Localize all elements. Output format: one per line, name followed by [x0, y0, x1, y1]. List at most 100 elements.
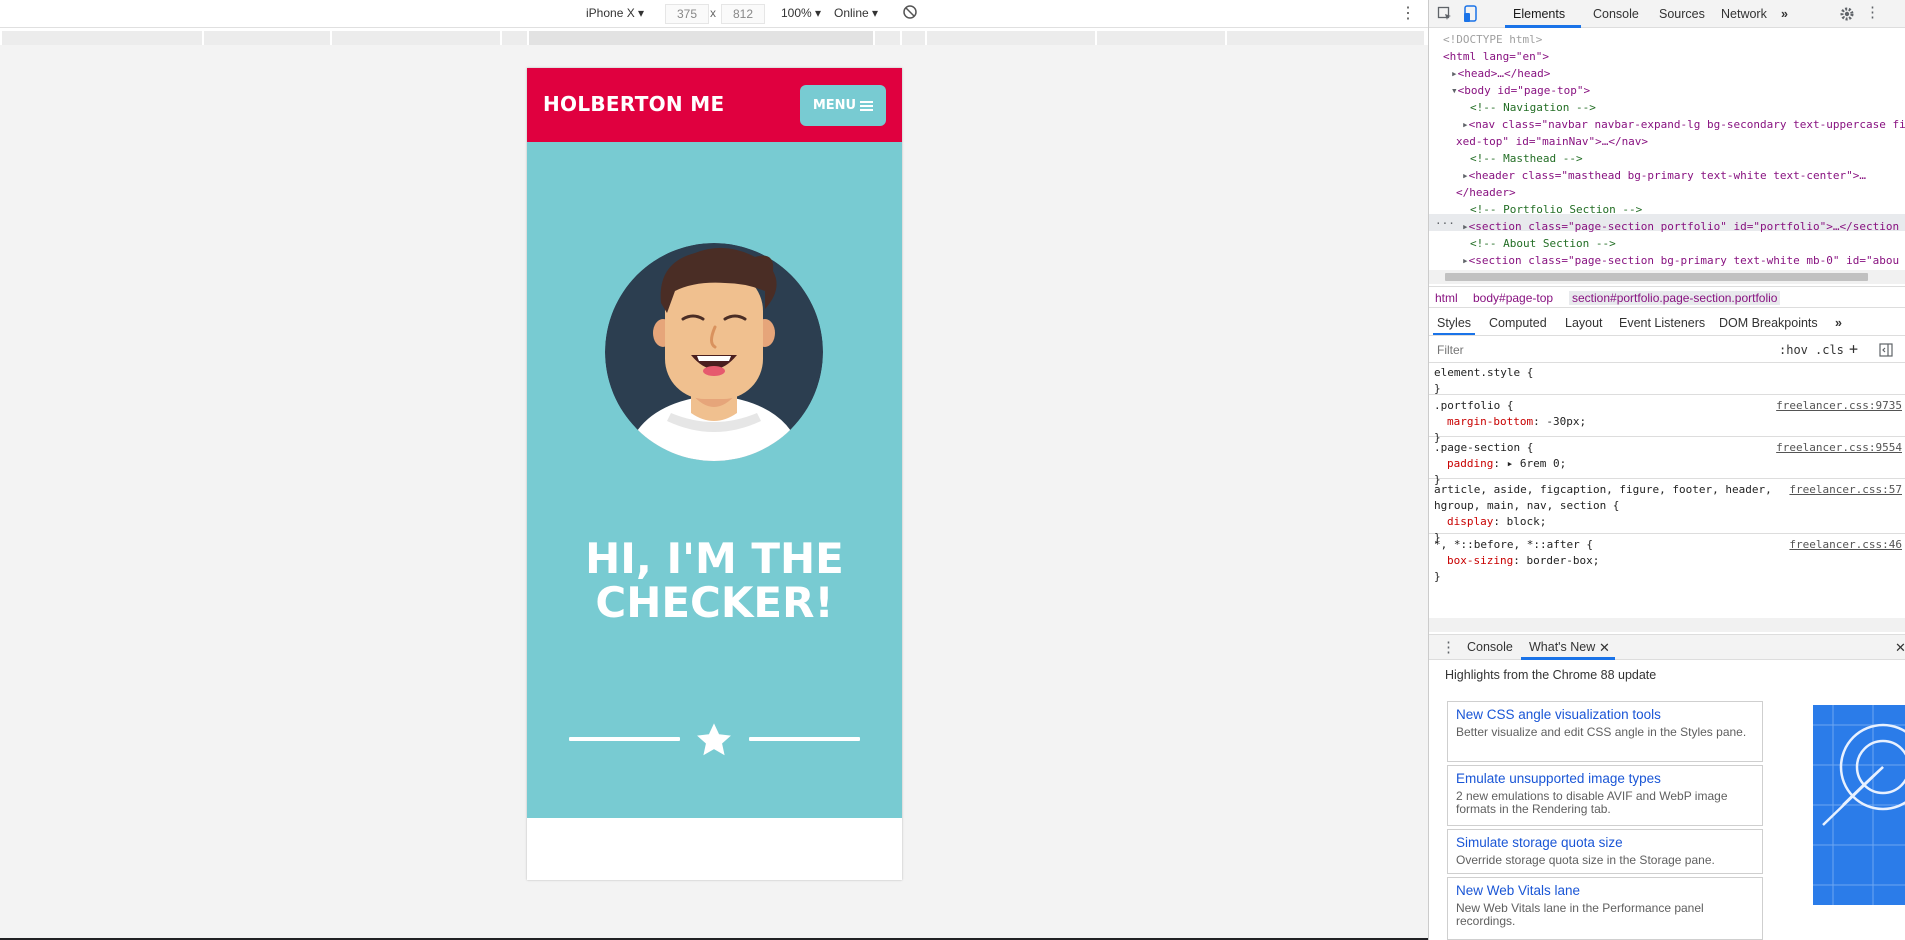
- styles-filter-bar: :hov .cls +: [1429, 337, 1905, 363]
- tab-console[interactable]: Console: [1593, 7, 1639, 21]
- feature-title[interactable]: Simulate storage quota size: [1456, 835, 1754, 851]
- feature-card[interactable]: Simulate storage quota size Override sto…: [1447, 829, 1763, 874]
- tree-comment-portfolio[interactable]: <!-- Portfolio Section -->: [1470, 201, 1642, 218]
- rule-portfolio[interactable]: .portfolio {freelancer.css:9735 margin-b…: [1429, 396, 1905, 444]
- ruler-segment[interactable]: [2, 31, 204, 45]
- ruler-segment[interactable]: [529, 31, 875, 45]
- feature-description: Override storage quota size in the Stora…: [1456, 853, 1715, 867]
- rule-property[interactable]: box-sizing: [1447, 554, 1513, 567]
- tab-styles[interactable]: Styles: [1437, 316, 1471, 330]
- avatar: [605, 243, 823, 461]
- rule-source-link[interactable]: freelancer.css:57: [1789, 482, 1902, 498]
- rule-page-section[interactable]: .page-section {freelancer.css:9554 paddi…: [1429, 438, 1905, 486]
- close-icon[interactable]: ✕: [1599, 640, 1610, 656]
- tree-nav-wrap[interactable]: xed-top" id="mainNav">…</nav>: [1456, 133, 1648, 150]
- inspect-element-icon[interactable]: [1437, 6, 1453, 24]
- feature-title[interactable]: New CSS angle visualization tools: [1456, 707, 1754, 723]
- feature-card[interactable]: New Web Vitals lane New Web Vitals lane …: [1447, 877, 1763, 940]
- drawer-tab-console[interactable]: Console: [1467, 640, 1513, 654]
- tab-dom-breakpoints[interactable]: DOM Breakpoints: [1719, 316, 1818, 330]
- node-options-icon[interactable]: ···: [1435, 215, 1455, 232]
- drawer-menu-icon[interactable]: ⋮: [1441, 638, 1456, 656]
- elements-tree[interactable]: <!DOCTYPE html> <html lang="en"> ▸<head>…: [1429, 29, 1905, 272]
- hover-state-toggle[interactable]: :hov: [1779, 343, 1808, 357]
- breadcrumb-item-selected[interactable]: section#portfolio.page-section.portfolio: [1569, 291, 1781, 305]
- media-query-ruler[interactable]: [0, 31, 1428, 45]
- more-tabs-icon[interactable]: »: [1781, 7, 1788, 21]
- rule-value[interactable]: ▸ 6rem 0;: [1507, 457, 1567, 470]
- styles-horizontal-scrollbar[interactable]: [1429, 618, 1905, 632]
- tab-layout[interactable]: Layout: [1565, 316, 1603, 330]
- tree-body[interactable]: ▾<body id="page-top">: [1451, 82, 1590, 99]
- sidebar-toggle-icon[interactable]: [1879, 343, 1893, 359]
- device-toggle-icon[interactable]: [1463, 5, 1479, 25]
- rule-source-link[interactable]: freelancer.css:9554: [1776, 440, 1902, 456]
- ruler-segment[interactable]: [875, 31, 902, 45]
- ruler-segment[interactable]: [927, 31, 1097, 45]
- tree-header[interactable]: ▸<header class="masthead bg-primary text…: [1462, 167, 1866, 184]
- ruler-segment[interactable]: [502, 31, 529, 45]
- site-brand[interactable]: HOLBERTON ME: [543, 92, 724, 116]
- class-toggle[interactable]: .cls: [1815, 343, 1844, 357]
- rule-value[interactable]: block;: [1507, 515, 1547, 528]
- close-drawer-icon[interactable]: ✕: [1895, 640, 1905, 656]
- tree-nav[interactable]: ▸<nav class="navbar navbar-expand-lg bg-…: [1462, 116, 1905, 133]
- scrollbar-thumb[interactable]: [1445, 273, 1868, 281]
- tab-network[interactable]: Network: [1721, 7, 1767, 21]
- tab-sources[interactable]: Sources: [1659, 7, 1705, 21]
- tree-comment-navigation[interactable]: <!-- Navigation -->: [1470, 99, 1596, 116]
- styles-filter-input[interactable]: [1435, 340, 1771, 360]
- rule-value[interactable]: -30px;: [1546, 415, 1586, 428]
- tree-header-text: <header class="masthead bg-primary text-…: [1468, 169, 1866, 182]
- rule-value[interactable]: border-box;: [1526, 554, 1599, 567]
- tree-comment-masthead[interactable]: <!-- Masthead -->: [1470, 150, 1583, 167]
- devtools-menu-icon[interactable]: ⋮: [1865, 5, 1880, 20]
- ruler-segment[interactable]: [332, 31, 502, 45]
- rule-element-style[interactable]: element.style { }: [1429, 364, 1905, 395]
- device-select[interactable]: iPhone X ▾: [586, 6, 644, 20]
- rule-source-link[interactable]: freelancer.css:9735: [1776, 398, 1902, 414]
- ruler-segment[interactable]: [204, 31, 332, 45]
- breadcrumb-item[interactable]: body#page-top: [1473, 291, 1553, 305]
- rule-property[interactable]: padding: [1447, 457, 1493, 470]
- tree-section-about[interactable]: ▸<section class="page-section bg-primary…: [1462, 252, 1899, 269]
- rule-source-link[interactable]: freelancer.css:46: [1789, 537, 1902, 553]
- tree-html[interactable]: <html lang="en">: [1443, 48, 1549, 65]
- width-input[interactable]: 375: [665, 4, 709, 24]
- rule-universal[interactable]: *, *::before, *::after {freelancer.css:4…: [1429, 535, 1905, 583]
- tab-computed[interactable]: Computed: [1489, 316, 1547, 330]
- dimension-separator: x: [710, 6, 716, 20]
- tab-elements[interactable]: Elements: [1513, 7, 1565, 21]
- menu-button[interactable]: MENU: [800, 85, 886, 126]
- ruler-segment[interactable]: [902, 31, 927, 45]
- feature-card[interactable]: New CSS angle visualization tools Better…: [1447, 701, 1763, 762]
- settings-icon[interactable]: [1839, 6, 1855, 24]
- tree-head[interactable]: ▸<head>…</head>: [1451, 65, 1550, 82]
- drawer-tab-whats-new[interactable]: What's New: [1529, 640, 1595, 654]
- ruler-segment[interactable]: [1227, 31, 1426, 45]
- more-tabs-icon[interactable]: »: [1835, 316, 1842, 330]
- feature-title[interactable]: Emulate unsupported image types: [1456, 771, 1754, 787]
- rule-selector: article, aside, figcaption, figure, foot…: [1434, 483, 1772, 496]
- tree-header-close[interactable]: </header>: [1456, 184, 1516, 201]
- new-rule-button[interactable]: +: [1849, 340, 1858, 358]
- feature-title[interactable]: New Web Vitals lane: [1456, 883, 1754, 899]
- tree-doctype[interactable]: <!DOCTYPE html>: [1443, 31, 1542, 48]
- network-select[interactable]: Online ▾: [834, 6, 878, 20]
- rule-property[interactable]: display: [1447, 515, 1493, 528]
- elements-horizontal-scrollbar[interactable]: [1429, 270, 1905, 284]
- zoom-select[interactable]: 100% ▾: [781, 6, 821, 20]
- tree-comment-about[interactable]: <!-- About Section -->: [1470, 235, 1616, 252]
- devtools-panel: Elements Console Sources Network » ⋮ <!D…: [1428, 0, 1905, 940]
- rule-block-elements[interactable]: article, aside, figcaption, figure, foot…: [1429, 480, 1905, 544]
- rule-property[interactable]: margin-bottom: [1447, 415, 1533, 428]
- feature-card[interactable]: Emulate unsupported image types 2 new em…: [1447, 765, 1763, 826]
- rotate-icon[interactable]: [902, 4, 918, 23]
- hero-title: HI, I'M THE CHECKER!: [527, 537, 902, 625]
- breadcrumb-item[interactable]: html: [1435, 291, 1458, 305]
- toolbar-more-icon[interactable]: ⋮: [1400, 3, 1416, 23]
- tree-section-portfolio[interactable]: ▸<section class="page-section portfolio"…: [1462, 218, 1899, 235]
- ruler-segment[interactable]: [1097, 31, 1227, 45]
- tab-event-listeners[interactable]: Event Listeners: [1619, 316, 1705, 330]
- height-input[interactable]: 812: [721, 4, 765, 24]
